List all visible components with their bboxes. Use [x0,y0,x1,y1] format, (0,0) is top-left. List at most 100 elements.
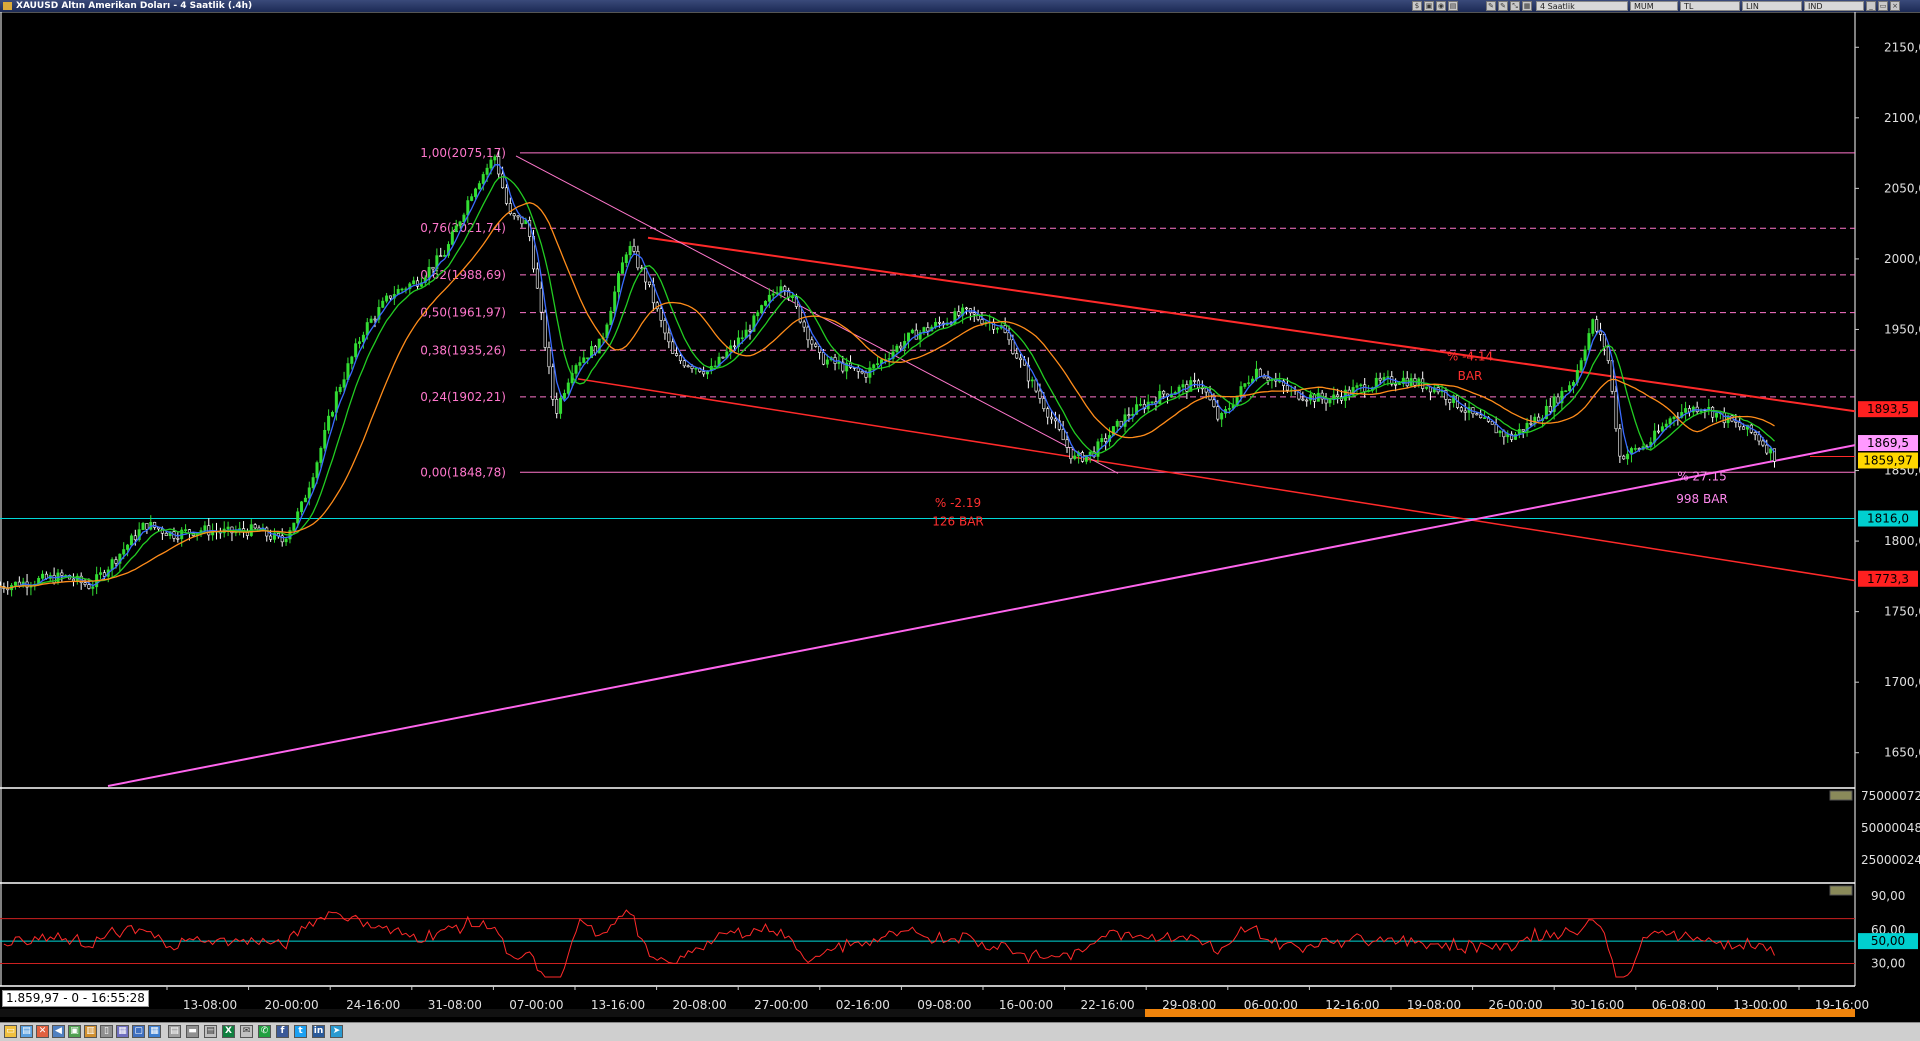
candle-body [269,535,273,540]
candle-body [783,286,787,291]
y-tick-label: 1650,00 [1884,746,1920,760]
candle-body [443,255,447,257]
horizontal-scrollbar[interactable] [1145,1009,1855,1017]
linkedin-icon[interactable]: in [312,1025,325,1038]
rsi-tick-label: 30,00 [1871,957,1905,971]
restore-icon[interactable]: ▭ [1878,1,1888,11]
panel-control-icon[interactable] [1829,885,1853,896]
candle-body [1537,416,1541,421]
candle-body [965,307,969,310]
print-icon[interactable]: ▬ [186,1025,199,1038]
copy-icon[interactable]: ▤ [168,1025,181,1038]
table-icon[interactable]: ▦ [116,1025,129,1038]
back-icon[interactable]: ◀ [52,1025,65,1038]
candle-body [300,501,304,513]
fib-level-label: 0,50(1961,97) [420,306,506,320]
candle-body [1564,390,1568,393]
candle-body [311,477,315,489]
candle-body [303,497,307,503]
chart-icon[interactable]: ▥ [84,1025,97,1038]
candle-body [1309,394,1313,401]
candle-body [122,549,126,555]
candle-body [1104,438,1108,442]
volume-tick-label: 25000024 [1861,853,1920,867]
candle-body [582,357,586,363]
candle-body [504,187,508,204]
candle-body [1448,399,1452,403]
candle-body [1668,418,1672,425]
candle-body [771,293,775,296]
toolbar-icon[interactable]: ✎ [1498,1,1508,11]
candle-body [1011,339,1015,354]
candle-body [1220,413,1224,420]
scale-select[interactable]: LIN [1742,1,1802,11]
candle-body [810,339,814,345]
folder-icon[interactable]: ▭ [4,1025,17,1038]
candle-body [1247,382,1251,385]
candle-body [1065,439,1069,448]
candle-body [663,320,667,334]
candle-body [535,268,539,289]
candle-body [141,523,145,530]
price-readout: 1.859,97 - 0 - 16:55:28 [2,990,149,1007]
toolbar-icon[interactable]: $ [1412,1,1422,11]
panel-control-icon[interactable] [1829,790,1853,801]
candle-body [675,353,679,356]
minimize-icon[interactable]: _ [1866,1,1876,11]
delete-icon[interactable]: ✕ [36,1025,49,1038]
chart-type-select[interactable]: MUM [1630,1,1678,11]
candle-body [671,341,675,354]
grid-icon[interactable]: ▦ [148,1025,161,1038]
candle-body [702,371,706,375]
toolbar-icon[interactable]: ▦ [1522,1,1532,11]
chart-annotation: BAR [1458,369,1483,383]
trend-line-upper [647,236,1856,413]
candle-body [1761,440,1765,446]
toolbar-icon[interactable]: ⤡ [1510,1,1520,11]
currency-select[interactable]: TL [1680,1,1740,11]
toolbar-icon[interactable]: ◉ [1436,1,1446,11]
candle-body [620,262,624,274]
candle-body [1305,399,1309,402]
y-tick-label: 2100,00 [1884,111,1920,125]
mail-icon[interactable]: ✉ [240,1025,253,1038]
candle-body [71,578,75,582]
toolbar-icon[interactable]: ▤ [1448,1,1458,11]
candle-body [613,291,617,312]
telegram-icon[interactable]: ➤ [330,1025,343,1038]
price-tag-label: 1893,5 [1867,402,1909,416]
candle-body [972,312,976,315]
chart-canvas[interactable]: 1,00(2075,17)0,76(2021,74)0,62(1988,69)0… [0,12,1920,1022]
candle-body [60,572,64,576]
candle-body [756,312,760,317]
candle-body [636,251,640,269]
candle-body [1556,396,1560,404]
timeframe-select[interactable]: 4 Saatlik [1536,1,1628,11]
save-icon[interactable]: ▣ [68,1025,81,1038]
excel-icon[interactable]: X [222,1025,235,1038]
candle-body [628,245,632,256]
indicator-select[interactable]: IND [1804,1,1864,11]
doc-icon[interactable]: ▯ [100,1025,113,1038]
close-icon[interactable]: × [1890,1,1900,11]
open-icon[interactable]: ▤ [20,1025,33,1038]
candle-body [1405,377,1409,387]
candle-body [1073,455,1077,460]
candle-body [1568,385,1572,392]
whatsapp-icon[interactable]: ✆ [258,1025,271,1038]
rsi-line [3,909,1775,978]
candle-body [91,586,95,589]
candle-body [895,345,899,353]
candle-body [1738,422,1742,428]
window-icon[interactable]: ▢ [132,1025,145,1038]
candle-body [516,215,520,218]
fib-diagonal-line [515,155,1119,474]
y-tick-label: 2050,00 [1884,181,1920,195]
facebook-icon[interactable]: f [276,1025,289,1038]
toolbar-icon[interactable]: ✎ [1486,1,1496,11]
twitter-icon[interactable]: t [294,1025,307,1038]
print-preview-icon[interactable]: ▤ [204,1025,217,1038]
candle-body [99,572,103,575]
candle-body [624,254,628,264]
toolbar-icon[interactable]: ▣ [1424,1,1434,11]
